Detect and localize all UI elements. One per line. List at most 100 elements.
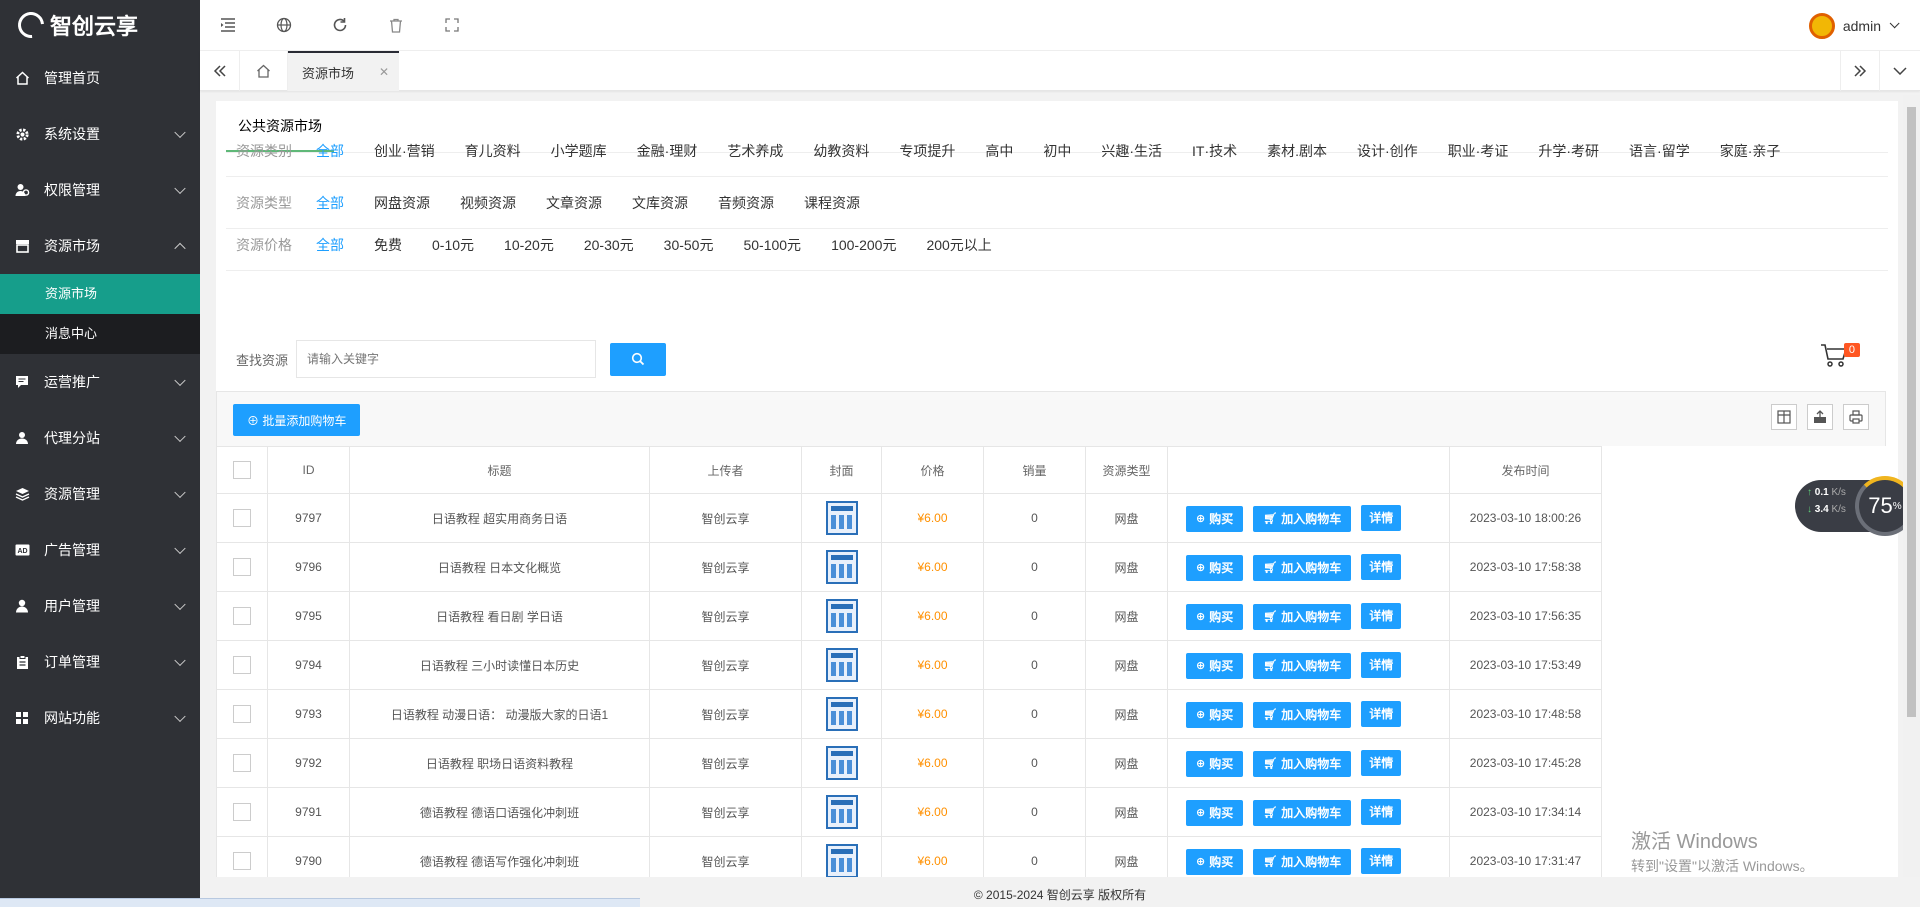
filter-option[interactable]: 高中 [985,141,1013,161]
select-all-checkbox[interactable] [233,461,251,479]
row-select-cell[interactable] [216,836,268,877]
buy-button[interactable]: ⊕ 购买 [1186,848,1244,875]
row-select-cell[interactable] [216,640,268,690]
filter-option[interactable]: 升学·考研 [1538,141,1599,161]
batch-add-cart-button[interactable]: ⊕ 批量添加购物车 [233,404,361,436]
tab-menu-chevron-icon[interactable] [1880,51,1920,91]
trash-icon[interactable] [368,0,424,51]
sidebar-subitem-0[interactable]: 资源市场 [0,274,200,314]
sidebar-subitem-1[interactable]: 消息中心 [0,314,200,354]
sidebar-item-4[interactable]: 运营推广 [0,354,200,410]
filter-option[interactable]: 100-200元 [831,235,896,255]
detail-button[interactable]: 详情 [1361,798,1402,825]
filter-option[interactable]: 小学题库 [551,141,607,161]
filter-option[interactable]: 育儿资料 [465,141,521,161]
cover-thumbnail[interactable] [825,648,858,682]
tab-scroll-left-icon[interactable] [200,51,240,91]
detail-button[interactable]: 详情 [1361,504,1402,531]
detail-button[interactable]: 详情 [1361,700,1402,727]
filter-option[interactable]: 家庭·亲子 [1720,141,1781,161]
cover-thumbnail[interactable] [825,746,858,780]
filter-option[interactable]: 20-30元 [584,235,634,255]
brand-logo[interactable]: 智创云享 [0,0,200,50]
sidebar-item-9[interactable]: 订单管理 [0,634,200,690]
detail-button[interactable]: 详情 [1361,847,1402,874]
row-checkbox[interactable] [233,705,251,723]
row-checkbox[interactable] [233,509,251,527]
search-input[interactable] [296,340,596,378]
filter-option[interactable]: 50-100元 [743,235,801,255]
filter-option[interactable]: 设计·创作 [1357,141,1418,161]
row-select-cell[interactable] [216,542,268,592]
buy-button[interactable]: ⊕ 购买 [1186,603,1244,630]
user-menu[interactable]: admin [1808,0,1900,51]
buy-button[interactable]: ⊕ 购买 [1186,701,1244,728]
page-scrollbar[interactable] [1903,95,1920,877]
filter-option[interactable]: 免费 [374,235,402,255]
buy-button[interactable]: ⊕ 购买 [1186,505,1244,532]
filter-option[interactable]: 文库资源 [632,193,688,213]
fullscreen-icon[interactable] [424,0,480,51]
row-checkbox[interactable] [233,607,251,625]
export-icon[interactable] [1807,404,1833,430]
search-button[interactable] [610,342,666,376]
add-to-cart-button[interactable]: 🛒︎ 加入购物车 [1253,701,1352,728]
cover-thumbnail[interactable] [825,501,858,535]
filter-option[interactable]: 网盘资源 [374,193,430,213]
cover-thumbnail[interactable] [825,795,858,829]
scrollbar-thumb[interactable] [1907,107,1916,717]
filter-option[interactable]: 初中 [1043,141,1071,161]
add-to-cart-button[interactable]: 🛒︎ 加入购物车 [1253,603,1352,630]
row-select-cell[interactable] [216,689,268,739]
refresh-icon[interactable] [312,0,368,51]
row-checkbox[interactable] [233,803,251,821]
filter-option[interactable]: 素材.剧本 [1267,141,1327,161]
filter-option[interactable]: 创业·营销 [374,141,435,161]
add-to-cart-button[interactable]: 🛒︎ 加入购物车 [1253,554,1352,581]
row-checkbox[interactable] [233,558,251,576]
row-select-cell[interactable] [216,738,268,788]
sidebar-item-2[interactable]: 权限管理 [0,162,200,218]
add-to-cart-button[interactable]: 🛒︎ 加入购物车 [1253,799,1352,826]
buy-button[interactable]: ⊕ 购买 [1186,652,1244,679]
detail-button[interactable]: 详情 [1361,553,1402,580]
filter-option[interactable]: 职业·考证 [1448,141,1509,161]
filter-option[interactable]: 专项提升 [899,141,955,161]
tab-scroll-right-icon[interactable] [1840,51,1880,91]
sidebar-item-10[interactable]: 网站功能 [0,690,200,746]
sidebar-item-6[interactable]: 资源管理 [0,466,200,522]
row-select-cell[interactable] [216,493,268,543]
filter-option[interactable]: 兴趣·生活 [1101,141,1162,161]
add-to-cart-button[interactable]: 🛒︎ 加入购物车 [1253,848,1352,875]
filter-option[interactable]: IT·技术 [1192,141,1237,161]
filter-option[interactable]: 艺术养成 [727,141,783,161]
row-select-cell[interactable] [216,787,268,837]
home-tab-icon[interactable] [240,51,288,91]
cover-thumbnail[interactable] [825,550,858,584]
filter-option[interactable]: 全部 [316,141,344,161]
sidebar-item-5[interactable]: 代理分站 [0,410,200,466]
sidebar-item-3[interactable]: 资源市场 [0,218,200,274]
cover-thumbnail[interactable] [825,844,858,877]
filter-option[interactable]: 0-10元 [432,235,474,255]
detail-button[interactable]: 详情 [1361,749,1402,776]
filter-option[interactable]: 30-50元 [664,235,714,255]
filter-option[interactable]: 金融·理财 [637,141,698,161]
cart[interactable]: 0 [1820,343,1860,369]
cover-thumbnail[interactable] [825,697,858,731]
columns-icon[interactable] [1771,404,1797,430]
add-to-cart-button[interactable]: 🛒︎ 加入购物车 [1253,652,1352,679]
buy-button[interactable]: ⊕ 购买 [1186,750,1244,777]
detail-button[interactable]: 详情 [1361,651,1402,678]
close-icon[interactable]: ✕ [379,65,389,79]
sidebar-item-8[interactable]: 用户管理 [0,578,200,634]
filter-option[interactable]: 音频资源 [718,193,774,213]
tab-resource-market[interactable]: 资源市场 ✕ [288,51,399,91]
filter-option[interactable]: 全部 [316,235,344,255]
row-checkbox[interactable] [233,852,251,870]
add-to-cart-button[interactable]: 🛒︎ 加入购物车 [1253,750,1352,777]
row-checkbox[interactable] [233,656,251,674]
menu-collapse-icon[interactable] [200,0,256,51]
cover-thumbnail[interactable] [825,599,858,633]
filter-option[interactable]: 全部 [316,193,344,213]
